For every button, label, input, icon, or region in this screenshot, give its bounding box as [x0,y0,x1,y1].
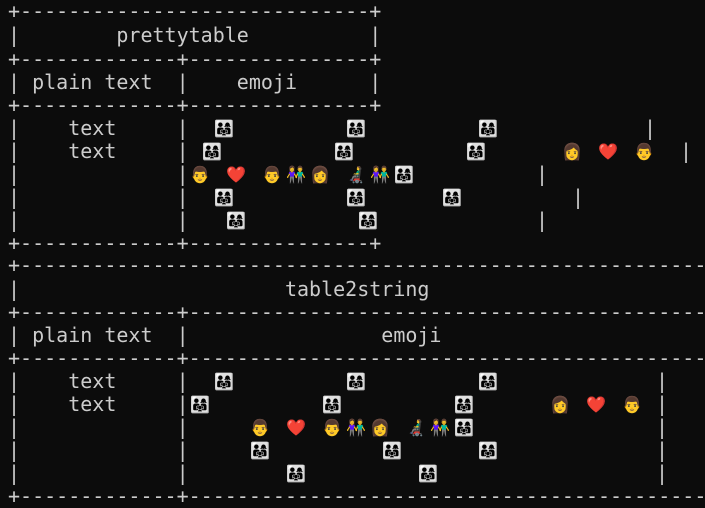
family-emoji: 👨‍👩‍👧 [250,441,270,460]
table2-right-border: | [656,415,669,439]
heart-emoji: ❤️ [286,418,306,437]
family-emoji: 👨‍👩‍👧 [214,372,234,391]
wheelchair-emoji: 👨‍🦼 [346,165,366,184]
table1-title-row: | prettytable | [8,23,382,47]
table1-row-1: | text | [8,116,189,140]
family-emoji: 👨‍👩‍👧 [382,441,402,460]
misaligned-border: | [536,162,549,186]
family-emoji: 👨‍👩‍👧 [418,464,438,483]
family-emoji: 👨‍👩‍👧 [322,395,342,414]
family-emoji: 👨‍👩‍👧 [466,142,486,161]
family-emoji: 👨‍👩‍👧 [442,188,462,207]
family-emoji: 👨‍👩‍👧 [358,211,378,230]
terminal-window[interactable]: +-----------------------------+ | pretty… [0,0,705,508]
family-emoji: 👨‍👩‍👧 [454,395,474,414]
table2-border-sep-2: +-------------+-------------------------… [8,346,705,370]
table2-row-1: | text | [8,369,189,393]
family-emoji: 👨‍👩‍👧 [346,372,366,391]
people-emoji: 👫 [286,165,306,184]
woman-emoji: 👩 [310,165,330,184]
man-emoji: 👨 [622,395,642,414]
table1-border-top: +-----------------------------+ [8,0,382,23]
man-emoji: 👨 [262,165,282,184]
family-emoji: 👨‍👩‍👧 [190,395,210,414]
misaligned-border: | [536,208,549,232]
family-emoji: 👨‍👩‍👧 [478,119,498,138]
misaligned-border: | [572,185,585,209]
woman-emoji: 👩 [550,395,570,414]
table2-right-border: | [656,461,669,485]
table2-right-border: | [656,369,669,393]
family-emoji: 👨‍👩‍👧 [346,188,366,207]
family-emoji: 👨‍👩‍👧 [214,188,234,207]
table1-row-3: | | [8,162,189,186]
table2-title-row: | table2string | [8,277,705,301]
table2-row-5: | | [8,461,189,485]
people-emoji: 👫 [430,418,450,437]
wheelchair-emoji: 👨‍🦼 [406,418,426,437]
family-emoji: 👨‍👩‍👧 [214,119,234,138]
table1-row-2: | text | [8,139,189,163]
table2-border-top: +---------------------------------------… [8,253,705,277]
people-emoji: 👫 [346,418,366,437]
table1-border-bottom: +-------------+---------------+ [8,231,382,255]
man-emoji: 👨 [250,418,270,437]
family-emoji: 👨‍👩‍👧 [454,418,474,437]
table1-header-row: | plain text | emoji | [8,70,382,94]
family-emoji: 👨‍👩‍👧 [478,441,498,460]
man-emoji: 👨 [190,165,210,184]
table2-border-sep: +-------------+-------------------------… [8,300,705,324]
family-emoji: 👨‍👩‍👧 [226,211,246,230]
table2-right-border: | [656,438,669,462]
table2-right-border: | [656,392,669,416]
heart-emoji: ❤️ [598,142,618,161]
family-emoji: 👨‍👩‍👧 [334,142,354,161]
table2-border-bottom: +-------------+-------------------------… [8,484,705,508]
heart-emoji: ❤️ [226,165,246,184]
woman-emoji: 👩 [562,142,582,161]
heart-emoji: ❤️ [586,395,606,414]
table2-row-2: | text | [8,392,189,416]
table2-row-3: | | [8,415,189,439]
table1-row-4: | | [8,185,189,209]
family-emoji: 👨‍👩‍👧 [394,165,414,184]
table2-row-4: | | [8,438,189,462]
family-emoji: 👨‍👩‍👧 [202,142,222,161]
family-emoji: 👨‍👩‍👧 [286,464,306,483]
woman-emoji: 👩 [370,418,390,437]
table1-border-sep-2: +-------------+---------------+ [8,93,382,117]
table2-header-row: | plain text | emoji | [8,323,705,347]
misaligned-border: | [644,116,657,140]
misaligned-border: | [680,139,693,163]
table1-row-5: | | [8,208,189,232]
table1-border-sep: +-------------+---------------+ [8,47,382,71]
family-emoji: 👨‍👩‍👧 [346,119,366,138]
people-emoji: 👫 [370,165,390,184]
man-emoji: 👨 [634,142,654,161]
family-emoji: 👨‍👩‍👧 [478,372,498,391]
man-emoji: 👨 [322,418,342,437]
